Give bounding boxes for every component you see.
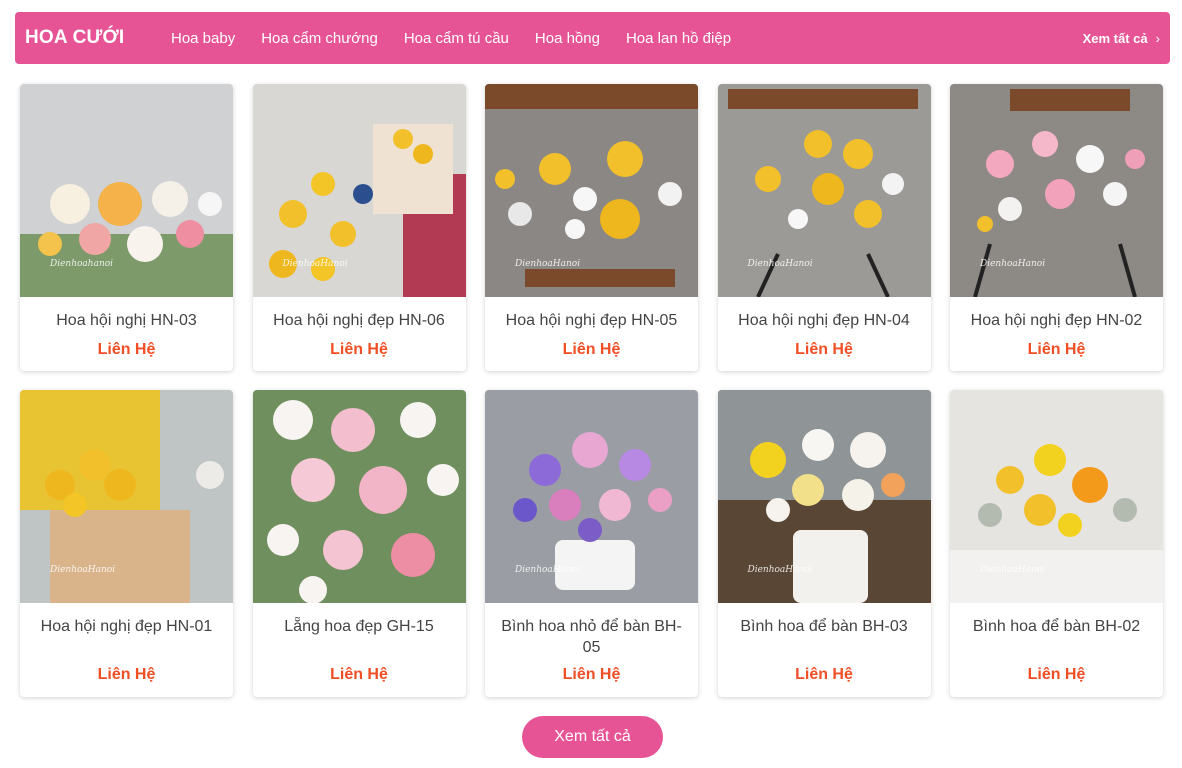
watermark-text: DienhoaHanoi bbox=[50, 565, 116, 575]
product-image[interactable]: DienhoaHanoi bbox=[717, 390, 931, 603]
product-price: Liên Hệ bbox=[562, 666, 621, 683]
product-image[interactable]: DienhoaHanoi bbox=[20, 390, 233, 603]
product-card[interactable]: Lẵng hoa đẹp GH-15 Liên Hệ bbox=[252, 390, 466, 697]
product-image[interactable]: DienhoaHanoi bbox=[950, 390, 1163, 603]
header-view-all-link[interactable]: Xem tất cả › bbox=[1083, 12, 1160, 64]
watermark-text: DienhoaHanoi bbox=[515, 565, 581, 575]
product-price: Liên Hệ bbox=[562, 341, 621, 358]
category-title[interactable]: HOA CƯỚI bbox=[25, 27, 171, 49]
product-card[interactable]: DienhoaHanoi Hoa hội nghị đẹp HN-06 Liên… bbox=[252, 84, 466, 371]
product-image[interactable]: DienhoaHanoi bbox=[717, 84, 931, 297]
product-price: Liên Hệ bbox=[97, 666, 156, 683]
product-price: Liên Hệ bbox=[330, 666, 388, 683]
watermark-text: DienhoaHanoi bbox=[515, 259, 581, 269]
product-image[interactable]: DienhoaHanoi bbox=[950, 84, 1163, 297]
watermark-text: DienhoaHanoi bbox=[980, 259, 1046, 269]
product-image[interactable]: Dienhoahanoi bbox=[20, 84, 233, 297]
product-price: Liên Hệ bbox=[1027, 666, 1086, 683]
nav-link-hoa-baby[interactable]: Hoa baby bbox=[171, 30, 235, 47]
product-name[interactable]: Hoa hội nghị đẹp HN-06 bbox=[261, 310, 458, 331]
nav-link-hoa-hong[interactable]: Hoa hồng bbox=[535, 30, 600, 47]
product-card[interactable]: DienhoaHanoi Hoa hội nghị đẹp HN-02 Liên… bbox=[950, 84, 1163, 371]
product-price: Liên Hệ bbox=[97, 341, 156, 358]
product-name[interactable]: Hoa hội nghị đẹp HN-02 bbox=[958, 310, 1155, 331]
product-price: Liên Hệ bbox=[795, 341, 853, 358]
watermark-text: DienhoaHanoi bbox=[282, 259, 348, 269]
product-image[interactable]: DienhoaHanoi bbox=[485, 84, 698, 297]
watermark-text: Dienhoahanoi bbox=[50, 259, 114, 269]
nav-link-hoa-lan-ho-diep[interactable]: Hoa lan hồ điệp bbox=[626, 30, 731, 47]
watermark-text: DienhoaHanoi bbox=[980, 565, 1046, 575]
view-all-button[interactable]: Xem tất cả bbox=[522, 716, 663, 758]
chevron-right-icon: › bbox=[1155, 30, 1160, 46]
product-name[interactable]: Hoa hội nghị đẹp HN-04 bbox=[726, 310, 923, 331]
nav-link-hoa-cam-tu-cau[interactable]: Hoa cẩm tú cầu bbox=[404, 30, 509, 47]
product-name[interactable]: Lẵng hoa đẹp GH-15 bbox=[261, 616, 458, 637]
nav-link-hoa-cam-chuong[interactable]: Hoa cẩm chướng bbox=[261, 30, 378, 47]
product-name[interactable]: Bình hoa nhỏ để bàn BH-05 bbox=[493, 616, 690, 658]
watermark-text: DienhoaHanoi bbox=[747, 565, 813, 575]
product-card[interactable]: DienhoaHanoi Bình hoa nhỏ để bàn BH-05 L… bbox=[485, 390, 698, 697]
product-image[interactable] bbox=[252, 390, 466, 603]
product-card[interactable]: DienhoaHanoi Hoa hội nghị đẹp HN-04 Liên… bbox=[717, 84, 931, 371]
product-price: Liên Hệ bbox=[1027, 341, 1086, 358]
product-card[interactable]: DienhoaHanoi Hoa hội nghị đẹp HN-01 Liên… bbox=[20, 390, 233, 697]
product-card[interactable]: DienhoaHanoi Hoa hội nghị đẹp HN-05 Liên… bbox=[485, 84, 698, 371]
watermark-text: DienhoaHanoi bbox=[747, 259, 813, 269]
product-price: Liên Hệ bbox=[330, 341, 388, 358]
product-name[interactable]: Bình hoa để bàn BH-02 bbox=[958, 616, 1155, 637]
header-view-all-label: Xem tất cả bbox=[1082, 30, 1148, 46]
product-price: Liên Hệ bbox=[795, 666, 853, 683]
product-name[interactable]: Hoa hội nghị đẹp HN-01 bbox=[28, 616, 225, 637]
product-card[interactable]: DienhoaHanoi Bình hoa để bàn BH-03 Liên … bbox=[717, 390, 931, 697]
product-name[interactable]: Hoa hội nghị HN-03 bbox=[28, 310, 225, 331]
product-card[interactable]: Dienhoahanoi Hoa hội nghị HN-03 Liên Hệ bbox=[20, 84, 233, 371]
product-image[interactable]: DienhoaHanoi bbox=[485, 390, 698, 603]
product-name[interactable]: Hoa hội nghị đẹp HN-05 bbox=[493, 310, 690, 331]
product-name[interactable]: Bình hoa để bàn BH-03 bbox=[726, 616, 923, 637]
product-card[interactable]: DienhoaHanoi Bình hoa để bàn BH-02 Liên … bbox=[950, 390, 1163, 697]
flower-photo-icon bbox=[252, 390, 466, 603]
category-header-bar: HOA CƯỚI Hoa baby Hoa cẩm chướng Hoa cẩm… bbox=[15, 12, 1170, 64]
product-grid: Dienhoahanoi Hoa hội nghị HN-03 Liên Hệ … bbox=[20, 84, 1163, 697]
product-image[interactable]: DienhoaHanoi bbox=[252, 84, 466, 297]
subcategory-nav: Hoa baby Hoa cẩm chướng Hoa cẩm tú cầu H… bbox=[171, 30, 757, 47]
